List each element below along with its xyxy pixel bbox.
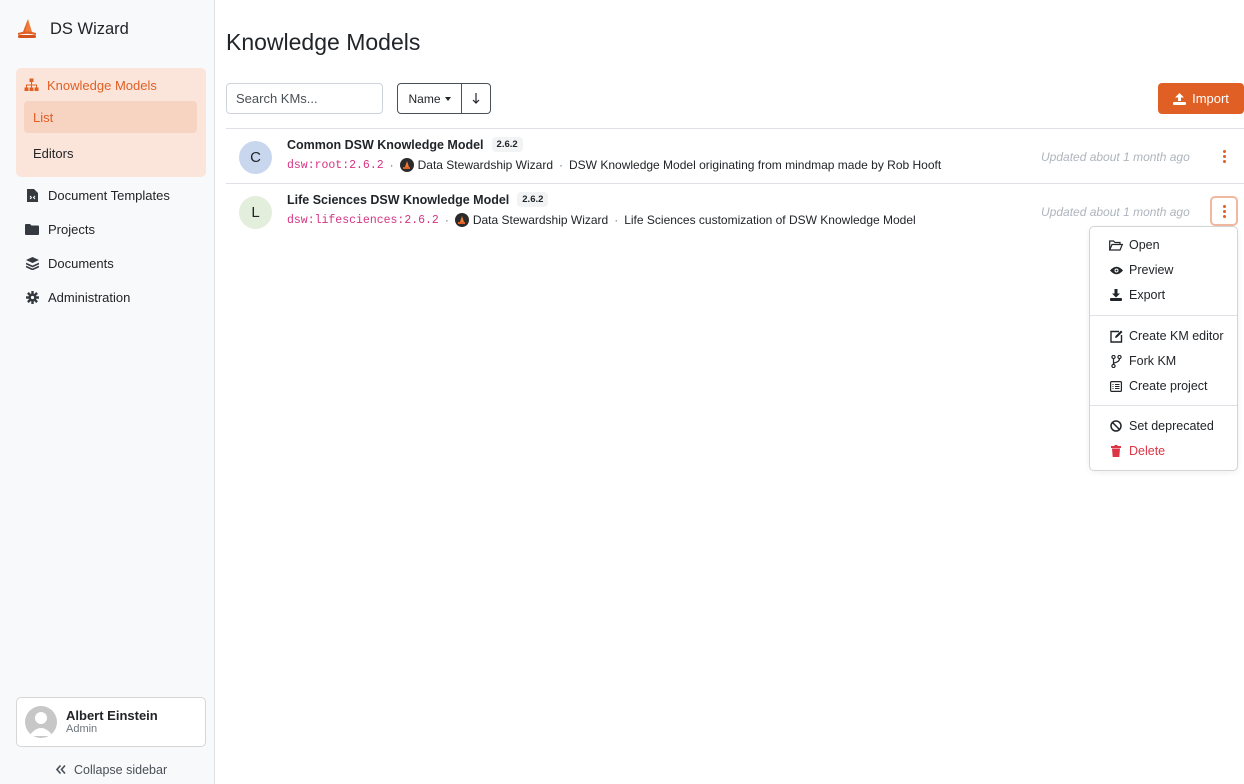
ban-icon	[1109, 420, 1123, 432]
sort-field-label: Name	[408, 91, 441, 106]
menu-item-label: Export	[1129, 288, 1166, 302]
sidebar-item-label: Document Templates	[48, 187, 170, 203]
wizard-hat-logo-icon	[18, 19, 36, 38]
caret-down-icon	[444, 96, 451, 101]
edit-icon	[1109, 330, 1123, 343]
menu-item-create-project[interactable]: Create project	[1090, 375, 1237, 397]
km-name-link[interactable]: Common DSW Knowledge Model	[287, 138, 484, 152]
list-item[interactable]: C Common DSW Knowledge Model 2.6.2 dsw:r…	[226, 129, 1244, 183]
import-button[interactable]: Import	[1158, 83, 1244, 114]
sidebar-subitem-editors[interactable]: Editors	[24, 137, 197, 169]
organization-name: Data Stewardship Wizard	[472, 213, 609, 227]
gear-icon	[24, 290, 40, 304]
menu-item-label: Preview	[1129, 263, 1174, 277]
km-description: Life Sciences customization of DSW Knowl…	[624, 213, 916, 227]
eye-icon	[1109, 266, 1123, 275]
arrow-down-icon	[472, 93, 480, 104]
trash-icon	[1109, 445, 1123, 457]
km-id: dsw:root:2.6.2	[287, 158, 384, 172]
sitemap-icon	[24, 78, 39, 91]
nav-group-knowledge-models: Knowledge Models List Editors	[16, 68, 206, 177]
km-initial-avatar: C	[239, 141, 272, 174]
sidebar-item-administration[interactable]: Administration	[24, 288, 130, 306]
sidebar: DS Wizard Knowledge Models List Editors	[0, 0, 215, 784]
brand-name: DS Wizard	[50, 19, 129, 38]
menu-item-preview[interactable]: Preview	[1090, 259, 1237, 281]
sidebar-subitem-label: List	[33, 109, 54, 125]
sidebar-item-label: Documents	[48, 255, 114, 271]
brand-link[interactable]: DS Wizard	[16, 16, 129, 42]
separator: ·	[389, 158, 394, 172]
km-id: dsw:lifesciences:2.6.2	[287, 213, 439, 227]
sidebar-item-documents[interactable]: Documents	[24, 254, 114, 272]
collapse-sidebar-button[interactable]: Collapse sidebar	[55, 763, 168, 777]
search-input[interactable]	[226, 83, 383, 114]
double-chevron-left-icon	[55, 763, 66, 777]
avatar	[25, 706, 57, 738]
user-menu[interactable]: Albert Einstein Admin	[16, 697, 206, 747]
menu-item-label: Open	[1129, 238, 1160, 252]
menu-item-open[interactable]: Open	[1090, 234, 1237, 256]
download-icon	[1109, 289, 1123, 301]
row-actions-dropdown: Open Preview Export Create KM editor For…	[1089, 226, 1238, 471]
menu-item-label: Delete	[1129, 444, 1166, 458]
sidebar-item-label: Projects	[48, 221, 95, 237]
menu-item-label: Create KM editor	[1129, 329, 1224, 343]
document-template-icon	[24, 188, 40, 202]
ellipsis-vertical-icon	[1222, 204, 1226, 218]
sidebar-item-label: Knowledge Models	[47, 77, 157, 93]
fork-icon	[1109, 354, 1123, 368]
sidebar-item-projects[interactable]: Projects	[24, 220, 95, 238]
row-actions-button[interactable]	[1210, 196, 1238, 226]
menu-item-delete[interactable]: Delete	[1090, 440, 1237, 462]
layers-icon	[24, 256, 40, 270]
sidebar-item-label: Administration	[48, 289, 131, 305]
menu-item-export[interactable]: Export	[1090, 284, 1237, 306]
sort-field-dropdown[interactable]: Name	[397, 83, 462, 114]
organization-logo-icon	[399, 158, 414, 172]
row-actions-button[interactable]	[1210, 141, 1238, 171]
organization-logo-icon	[454, 213, 469, 227]
menu-item-label: Fork KM	[1129, 354, 1177, 368]
km-description: DSW Knowledge Model originating from min…	[569, 158, 942, 172]
menu-item-label: Create project	[1129, 379, 1208, 393]
menu-divider	[1090, 405, 1237, 406]
sidebar-item-knowledge-models[interactable]: Knowledge Models	[24, 76, 157, 94]
km-name-link[interactable]: Life Sciences DSW Knowledge Model	[287, 193, 509, 207]
sort-controls: Name	[397, 83, 491, 114]
user-name: Albert Einstein	[66, 708, 158, 723]
menu-item-create-km-editor[interactable]: Create KM editor	[1090, 325, 1237, 347]
updated-timestamp: Updated about 1 month ago	[1041, 150, 1190, 164]
updated-timestamp: Updated about 1 month ago	[1041, 205, 1190, 219]
user-role: Admin	[66, 723, 98, 735]
sidebar-item-document-templates[interactable]: Document Templates	[24, 186, 170, 204]
folder-icon	[24, 223, 40, 235]
separator: ·	[559, 158, 564, 172]
upload-icon	[1173, 92, 1187, 105]
organization-name: Data Stewardship Wizard	[417, 158, 554, 172]
separator: ·	[614, 213, 619, 227]
collapse-label: Collapse sidebar	[74, 763, 168, 777]
import-label: Import	[1192, 91, 1229, 106]
ellipsis-vertical-icon	[1222, 149, 1226, 163]
separator: ·	[444, 213, 449, 227]
menu-item-fork-km[interactable]: Fork KM	[1090, 350, 1237, 372]
version-badge: 2.6.2	[517, 192, 549, 207]
list-icon	[1109, 380, 1123, 392]
menu-item-label: Set deprecated	[1129, 419, 1214, 433]
sort-direction-button[interactable]	[462, 83, 491, 114]
menu-divider	[1090, 315, 1237, 316]
km-initial-avatar: L	[239, 196, 272, 229]
folder-open-icon	[1109, 239, 1123, 251]
page-title: Knowledge Models	[226, 29, 421, 55]
sidebar-subitem-label: Editors	[33, 145, 74, 161]
menu-item-set-deprecated[interactable]: Set deprecated	[1090, 415, 1237, 437]
sidebar-subitem-list[interactable]: List	[24, 101, 197, 133]
version-badge: 2.6.2	[491, 137, 523, 152]
